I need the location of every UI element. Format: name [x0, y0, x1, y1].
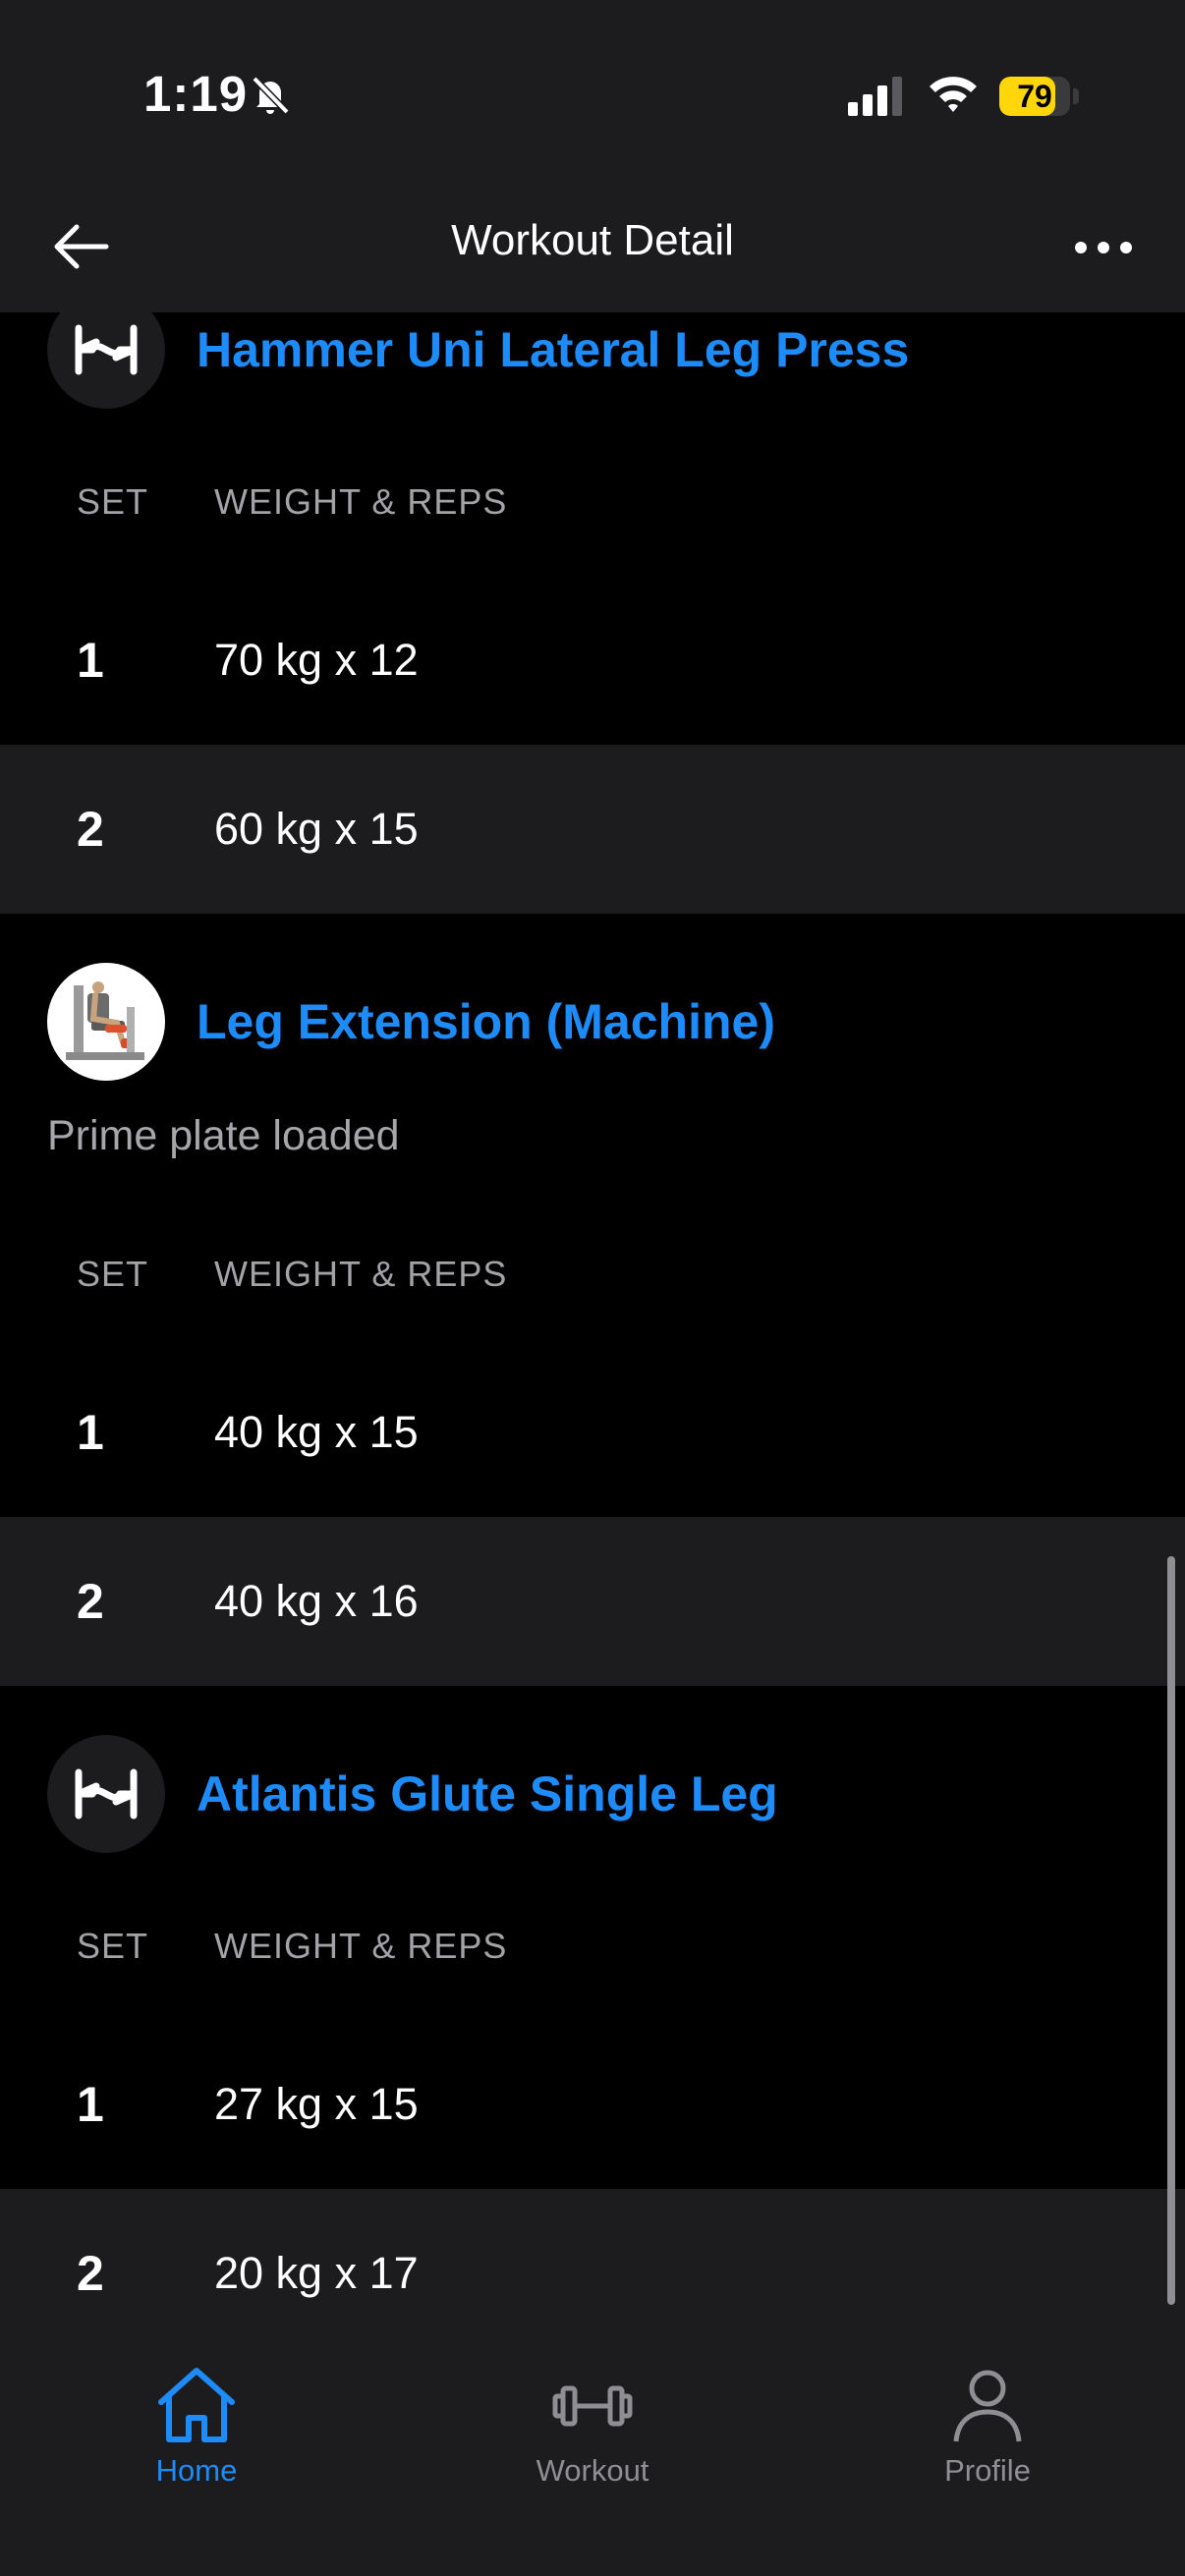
tab-label: Home [155, 2453, 238, 2488]
hevy-logo-icon [47, 1735, 165, 1853]
set-weight-reps: 27 kg x 15 [214, 2079, 419, 2129]
set-number: 1 [77, 633, 104, 688]
status-time: 1:19 [143, 66, 249, 122]
set-number: 2 [77, 1574, 104, 1629]
exercise-note: Prime plate loaded [47, 1112, 400, 1159]
set-row: 1 70 kg x 12 [0, 576, 1185, 745]
exercise-header[interactable]: Atlantis Glute Single Leg [47, 1735, 778, 1853]
set-number: 2 [77, 2246, 104, 2301]
set-weight-reps: 40 kg x 16 [214, 1576, 419, 1626]
set-row: 1 40 kg x 15 [0, 1348, 1185, 1517]
exercise-name[interactable]: Leg Extension (Machine) [197, 993, 775, 1050]
back-button[interactable] [43, 212, 118, 281]
person-icon [953, 2370, 1022, 2442]
home-icon [158, 2368, 235, 2442]
exercise-header[interactable]: Leg Extension (Machine) [47, 963, 775, 1081]
set-weight-reps: 60 kg x 15 [214, 804, 419, 854]
tab-label: Workout [536, 2453, 649, 2488]
set-row: 2 40 kg x 16 [0, 1517, 1185, 1686]
tab-bar: Home Workout Profile [0, 2343, 1185, 2576]
set-column-header: SET [77, 1926, 149, 1966]
set-column-header: SET [77, 1254, 149, 1294]
battery-indicator: 79 [999, 77, 1080, 116]
ellipsis-icon [1075, 242, 1132, 253]
tab-label: Profile [944, 2453, 1031, 2488]
workout-detail-content[interactable]: Hammer Uni Lateral Leg Press SET WEIGHT … [0, 0, 1185, 2343]
tab-workout[interactable]: Workout [465, 2363, 720, 2500]
set-row: 1 27 kg x 15 [0, 2020, 1185, 2189]
set-column-header: SET [77, 481, 149, 522]
top-bar: 1:19 79 Workout Detail [0, 0, 1185, 312]
set-weight-reps: 70 kg x 12 [214, 635, 419, 685]
set-weight-reps: 40 kg x 15 [214, 1407, 419, 1457]
wifi-icon [928, 73, 979, 116]
set-number: 1 [77, 2077, 104, 2132]
tab-profile[interactable]: Profile [860, 2363, 1115, 2500]
set-row: 2 20 kg x 17 [0, 2189, 1185, 2343]
set-row: 2 60 kg x 15 [0, 745, 1185, 914]
leg-extension-machine-image [47, 963, 165, 1081]
arrow-left-icon [54, 224, 109, 269]
cellular-signal-icon [848, 77, 903, 116]
set-number: 2 [77, 802, 104, 857]
scrollbar[interactable] [1167, 1556, 1175, 2305]
set-number: 1 [77, 1405, 104, 1460]
dumbbell-icon [552, 2385, 633, 2427]
exercise-name[interactable]: Hammer Uni Lateral Leg Press [197, 321, 909, 378]
weight-reps-column-header: WEIGHT & REPS [214, 1254, 508, 1294]
weight-reps-column-header: WEIGHT & REPS [214, 481, 508, 522]
more-options-button[interactable] [1059, 218, 1148, 277]
exercise-name[interactable]: Atlantis Glute Single Leg [197, 1765, 778, 1822]
page-title: Workout Detail [451, 216, 734, 264]
set-weight-reps: 20 kg x 17 [214, 2248, 419, 2298]
silent-bell-icon [248, 73, 293, 118]
battery-level: 79 [1017, 79, 1052, 114]
tab-home[interactable]: Home [69, 2363, 324, 2500]
weight-reps-column-header: WEIGHT & REPS [214, 1926, 508, 1966]
